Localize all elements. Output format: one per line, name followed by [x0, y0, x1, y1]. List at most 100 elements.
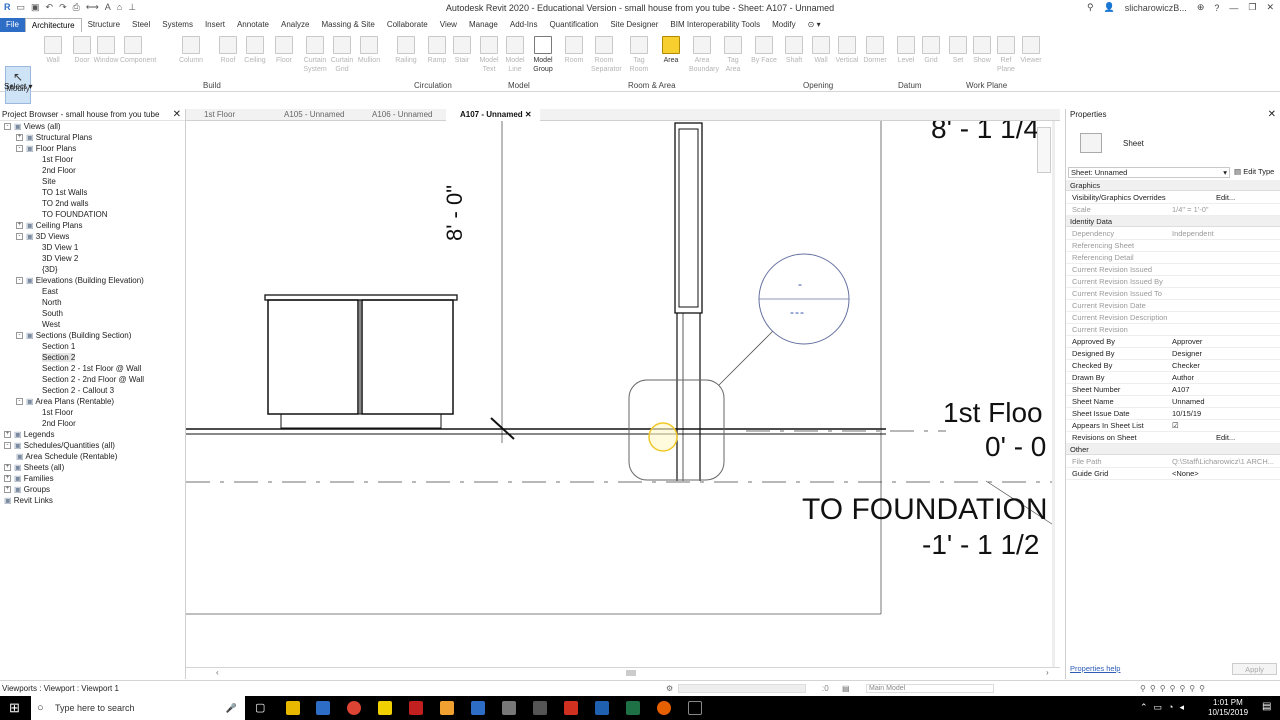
tree-item[interactable]: North [42, 297, 62, 308]
contextual-dropdown-icon[interactable]: ⊙ ▾ [802, 18, 827, 32]
ribbon-button-area-boundary[interactable]: Area Boundary [689, 34, 719, 76]
tree-item[interactable]: + ▣ Ceiling Plans [16, 220, 82, 231]
chrome-icon[interactable] [347, 701, 361, 715]
view-tab[interactable]: A106 - Unnamed [358, 109, 442, 121]
design-option-field[interactable]: Main Model [866, 684, 994, 693]
tree-item[interactable]: ▣ Area Schedule (Rentable) [16, 451, 117, 462]
illustrator-icon[interactable] [440, 701, 454, 715]
collapse-icon[interactable]: - [16, 332, 23, 340]
properties-section-header[interactable]: Graphics [1066, 180, 1280, 191]
tree-item[interactable]: ▣ Revit Links [4, 495, 53, 506]
property-row[interactable]: Current Revision Date [1066, 300, 1280, 312]
tree-item[interactable]: - ▣ Floor Plans [16, 143, 76, 154]
tree-item[interactable]: - ▣ Views (all) [4, 121, 61, 132]
ribbon-tab-modify[interactable]: Modify [766, 18, 802, 32]
tree-item[interactable]: Section 2 - Callout 3 [42, 385, 114, 396]
drawing-svg[interactable] [186, 121, 1055, 667]
ribbon-button-dormer[interactable]: Dormer [862, 34, 888, 76]
tree-item[interactable]: Site [42, 176, 56, 187]
tree-item[interactable]: East [42, 286, 58, 297]
tree-item[interactable]: Section 2 - 2nd Floor @ Wall [42, 374, 144, 385]
store-icon[interactable] [316, 701, 330, 715]
property-row[interactable]: Visibility/Graphics Overrides Edit... [1066, 192, 1280, 204]
property-row[interactable]: Scale 1/4" = 1'-0" [1066, 204, 1280, 216]
ribbon-button-room-separator[interactable]: Room Separator [591, 34, 622, 76]
clock-time[interactable]: 1:01 PM [1213, 698, 1243, 707]
app-icon[interactable] [688, 701, 702, 715]
ribbon-button-curtain-system[interactable]: Curtain System [302, 34, 328, 76]
close-icon[interactable]: ✕ [1268, 109, 1276, 121]
ribbon-panel-label[interactable]: Room & Area [628, 81, 676, 90]
tree-item[interactable]: 2nd Floor [42, 165, 76, 176]
ribbon-button-floor[interactable]: Floor [271, 34, 297, 76]
view-tab[interactable]: A107 - Unnamed ✕ [446, 109, 540, 121]
filter-icon[interactable]: ▤ [842, 681, 850, 696]
tray-icons[interactable]: ⌃▭◔◂ [1140, 702, 1190, 713]
tree-item[interactable]: {3D} [42, 264, 58, 275]
properties-section-header[interactable]: Identity Data [1066, 216, 1280, 227]
ribbon-panel-label[interactable]: Build [203, 81, 221, 90]
ribbon-tab-architecture[interactable]: Architecture [24, 18, 82, 32]
ribbon-button-shaft[interactable]: Shaft [781, 34, 807, 76]
close-icon[interactable]: ✕ [173, 109, 181, 121]
ribbon-tab-annotate[interactable]: Annotate [231, 18, 275, 32]
expand-icon[interactable]: + [4, 486, 11, 494]
ribbon-button-stair[interactable]: Stair [449, 34, 475, 76]
apply-button[interactable]: Apply [1232, 663, 1277, 675]
ribbon-tab-steel[interactable]: Steel [126, 18, 156, 32]
property-value[interactable]: Edit... [1216, 432, 1235, 444]
type-selector[interactable]: Sheet: Unnamed ▾ [1068, 167, 1230, 178]
close-icon[interactable]: ✕ [523, 110, 532, 119]
collapse-icon[interactable]: - [4, 442, 11, 450]
close-button[interactable]: ✕ [1266, 2, 1274, 13]
tree-item[interactable]: 1st Floor [42, 407, 73, 418]
ribbon-button-tag-area[interactable]: Tag Area [720, 34, 746, 76]
property-row[interactable]: Revisions on Sheet Edit... [1066, 432, 1280, 444]
ribbon-button-model-line[interactable]: Model Line [502, 34, 528, 76]
expand-icon[interactable]: + [16, 222, 23, 230]
ribbon-button-ref-plane[interactable]: Ref Plane [993, 34, 1019, 76]
app-icon[interactable] [533, 701, 547, 715]
property-value[interactable]: Approver [1172, 336, 1202, 348]
expand-icon[interactable]: + [4, 431, 11, 439]
taskbar-search[interactable]: ○ Type here to search 🎤 [31, 696, 245, 720]
property-row[interactable]: Sheet Issue Date 10/15/19 [1066, 408, 1280, 420]
ribbon-button-door[interactable]: Door [69, 34, 95, 76]
tree-item[interactable]: - ▣ Schedules/Quantities (all) [4, 440, 115, 451]
ribbon-button-level[interactable]: Level [893, 34, 919, 76]
tree-item[interactable]: + ▣ Legends [4, 429, 54, 440]
select-dropdown[interactable]: Select ▾ [4, 82, 32, 91]
ribbon-panel-label[interactable]: Opening [803, 81, 833, 90]
ribbon-button-set[interactable]: Set [945, 34, 971, 76]
ribbon-button-curtain-grid[interactable]: Curtain Grid [329, 34, 355, 76]
ribbon-tab-massing-site[interactable]: Massing & Site [315, 18, 380, 32]
tree-item[interactable]: - ▣ Sections (Building Section) [16, 330, 131, 341]
scroll-left-icon[interactable]: ‹ [216, 668, 219, 677]
property-value[interactable]: Checker [1172, 360, 1200, 372]
property-row[interactable]: Guide Grid <None> [1066, 468, 1280, 480]
user-icon[interactable]: 👤 [1104, 2, 1115, 13]
property-value[interactable]: Q:\Staff\Licharowicz\1 ARCH... [1172, 456, 1274, 468]
ribbon-button-area[interactable]: Area [658, 34, 684, 76]
collapse-icon[interactable]: - [16, 145, 23, 153]
tree-item[interactable]: - ▣ Area Plans (Rentable) [16, 396, 114, 407]
tree-item[interactable]: South [42, 308, 63, 319]
ribbon-button-window[interactable]: Window [93, 34, 119, 76]
ribbon-button-by-face[interactable]: By Face [751, 34, 777, 76]
ribbon-button-model-text[interactable]: Model Text [476, 34, 502, 76]
minimize-button[interactable]: — [1229, 3, 1238, 13]
tree-item[interactable]: - ▣ Elevations (Building Elevation) [16, 275, 144, 286]
ribbon-tab-bim-interoperability-tools[interactable]: BIM Interoperability Tools [664, 18, 766, 32]
tree-item[interactable]: - ▣ 3D Views [16, 231, 69, 242]
property-row[interactable]: Dependency Independent [1066, 228, 1280, 240]
level-1st-floor-value[interactable]: 0' - 0 [985, 431, 1046, 463]
collapse-icon[interactable]: - [16, 277, 23, 285]
level-top-text[interactable]: 8' - 1 1/4 [931, 121, 1039, 145]
ribbon-tab-structure[interactable]: Structure [82, 18, 126, 32]
ribbon-tab-insert[interactable]: Insert [199, 18, 231, 32]
ribbon-button-component[interactable]: Component [120, 34, 156, 76]
pdf-icon[interactable] [564, 701, 578, 715]
property-row[interactable]: Current Revision Description [1066, 312, 1280, 324]
property-value[interactable]: A107 [1172, 384, 1190, 396]
collapse-icon[interactable]: - [16, 233, 23, 241]
